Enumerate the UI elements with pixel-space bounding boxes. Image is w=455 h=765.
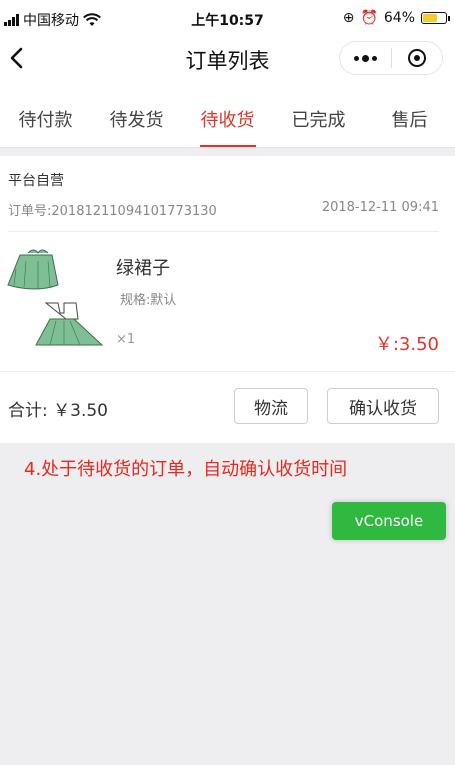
more-icon [353, 54, 377, 62]
order-total: 合计: ￥3.50 [8, 401, 108, 421]
order-status-tabs: 待付款 待发货 待收货 已完成 售后 [0, 82, 455, 148]
close-miniprogram-button[interactable] [392, 42, 443, 74]
logistics-button[interactable]: 物流 [234, 388, 308, 424]
shop-name: 平台自营 [8, 173, 64, 189]
battery-percent: 64% [383, 10, 415, 26]
order-number: 订单号:20181211094101773130 [8, 204, 217, 219]
battery-fill [423, 14, 438, 22]
vconsole-button[interactable]: vConsole [332, 502, 446, 540]
tab-pending-shipment[interactable]: 待发货 [91, 82, 182, 147]
status-bar: 中国移动 上午10:57 ⊕ ⏰ 64% [0, 0, 455, 36]
divider [8, 231, 439, 232]
tab-completed[interactable]: 已完成 [273, 82, 364, 147]
confirm-receipt-button[interactable]: 确认收货 [327, 388, 439, 424]
tab-pending-payment[interactable]: 待付款 [0, 82, 91, 147]
divider [0, 371, 455, 372]
order-card[interactable]: 平台自营 订单号:20181211094101773130 2018-12-11… [0, 156, 455, 443]
product-price: ￥:3.50 [374, 334, 439, 355]
rotation-lock-icon: ⊕ [342, 10, 355, 26]
product-image[interactable] [6, 249, 106, 349]
tab-after-sales[interactable]: 售后 [364, 82, 455, 147]
status-right: ⊕ ⏰ 64% [342, 10, 450, 26]
product-name[interactable]: 绿裙子 [116, 254, 170, 280]
product-quantity: ×1 [116, 332, 136, 347]
nav-bar: 订单列表 [0, 36, 455, 82]
more-button[interactable] [340, 42, 391, 74]
tab-pending-receipt[interactable]: 待收货 [182, 82, 273, 147]
battery-icon [421, 12, 450, 24]
miniprogram-capsule [339, 41, 443, 75]
annotation-caption: 4.处于待收货的订单，自动确认收货时间 [24, 459, 348, 480]
order-time: 2018-12-11 09:41 [321, 200, 439, 215]
close-target-icon [407, 49, 426, 67]
alarm-icon: ⏰ [360, 10, 378, 26]
product-spec: 规格:默认 [120, 293, 177, 308]
